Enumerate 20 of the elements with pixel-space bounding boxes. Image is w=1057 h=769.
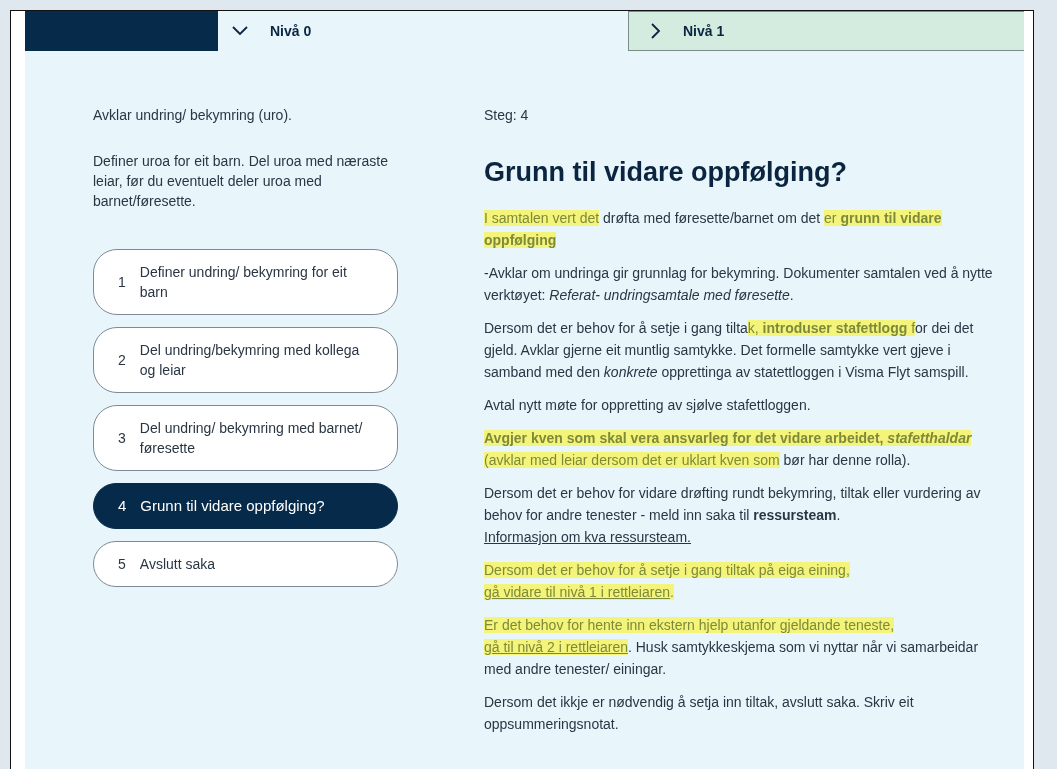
chevron-right-icon [651,23,661,39]
paragraph: Er det behov for hente inn ekstern hjelp utanfor gjeldande teneste, gå til nivå 2 i rettleiaren. Husk samtykkeskjema som vi nyttar når vi samarbeidar med andre tenester/ einingar. [484,616,980,679]
chevron-down-icon [232,26,248,36]
page-heading: Grunn til vidare oppfølging? [484,156,848,189]
paragraph: Dersom det ikkje er nødvendig å setja inn tiltak, avslutt saka. Skriv eit oppsummeringsnotat. [484,693,915,734]
step-item[interactable]: 1 Definer undring/ bekymring for eit barn [93,249,398,315]
section-description: Definer uroa for eit barn. Del uroa med næraste leiar, før du eventuelt deler uroa med barnet/føresette. [93,152,389,211]
link[interactable]: Informasjon om kva ressursteam. [484,526,691,548]
paragraph: Dersom det er behov for vidare drøfting rundt bekymring, tiltak eller vurdering av behov for andre tenester - meld inn saka til ressursteam. Informasjon om kva ressursteam. [484,482,1004,548]
paragraph: Avtal nytt møte for oppretting av sjølve stafettloggen. [484,396,812,415]
paragraph: -Avklar om undringa gir grunnlag for bekymring. Dokumenter samtalen ved å nytte verktøyet: Referat- undringsamtale med føresette. [484,264,994,305]
step-item[interactable]: 3 Del undring/ bekymring med barnet/ føresette [93,405,398,471]
step-item[interactable]: 5 Avslutt saka [93,541,398,587]
level-tab[interactable]: Nivå 1 [628,11,1024,51]
step-item[interactable]: 4 Grunn til vidare oppfølging? [93,483,398,529]
paragraph: I samtalen vert det drøfta med føresette/barnet om det er grunn til vidare oppfølging [484,209,943,250]
section-title: Avklar undring/ bekymring (uro). [93,106,293,125]
step-item[interactable]: 2 Del undring/bekymring med kollega og leiar [93,327,398,393]
paragraph: Dersom det er behov for å setje i gang tiltak på eiga eining, gå vidare til nivå 1 i rettleiaren. [484,561,851,602]
step-label: Steg: 4 [484,106,530,125]
